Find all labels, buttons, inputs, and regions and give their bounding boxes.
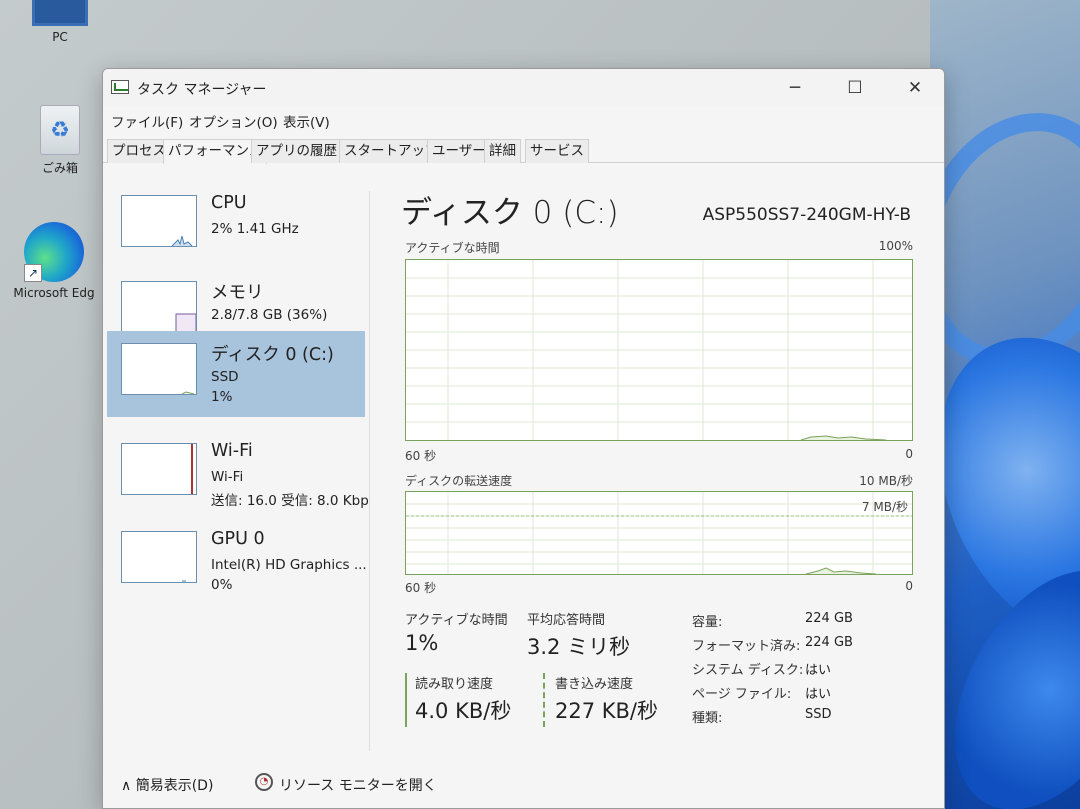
transfer-rate-graph: 7 MB/秒: [405, 491, 913, 575]
cpu-thumbnail: [121, 195, 197, 247]
prop-value: 224 GB: [805, 635, 853, 650]
active-time-label: アクティブな時間: [405, 613, 508, 628]
maximize-button[interactable]: ☐: [825, 69, 885, 107]
resource-wifi[interactable]: Wi-Fi Wi-Fi 送信: 16.0 受信: 8.0 Kbp: [107, 431, 369, 517]
resource-detail: Wi-Fi: [211, 469, 244, 485]
panel-divider[interactable]: [369, 191, 370, 751]
tab-processes[interactable]: プロセス: [107, 139, 171, 163]
read-speed-value: 4.0 KB/秒: [415, 699, 512, 723]
resource-detail: 送信: 16.0 受信: 8.0 Kbp: [211, 493, 369, 509]
resource-name: CPU: [211, 193, 247, 213]
resource-gpu[interactable]: GPU 0 Intel(R) HD Graphics ... 0%: [107, 519, 367, 605]
response-time-label: 平均応答時間: [527, 613, 606, 628]
desktop-icon-pc[interactable]: PC: [30, 0, 90, 44]
minimize-button[interactable]: ─: [765, 69, 825, 107]
task-manager-icon: [111, 80, 129, 94]
fewer-details-button[interactable]: ∧ 簡易表示(D): [121, 775, 213, 795]
prop-value: SSD: [805, 707, 832, 722]
chevron-up-icon: ∧: [121, 778, 136, 794]
read-speed-label: 読み取り速度: [415, 677, 494, 692]
response-time-value: 3.2 ミリ秒: [527, 635, 631, 659]
desktop-icon-recycle-bin[interactable]: ♻ ごみ箱: [30, 105, 90, 176]
active-chart-left: 60 秒: [405, 449, 437, 463]
active-chart-max: 100%: [878, 239, 913, 253]
close-button[interactable]: ✕: [885, 69, 944, 107]
menu-view[interactable]: 表示(V): [283, 111, 330, 131]
wallpaper-bloom: [930, 0, 1080, 809]
resource-disk[interactable]: ディスク 0 (C:) SSD 1%: [107, 331, 365, 417]
disk-title: ディスク 0 (C:): [401, 195, 619, 231]
resource-detail: 0%: [211, 577, 233, 593]
prop-value: はい: [805, 687, 832, 702]
resource-detail: 2% 1.41 GHz: [211, 221, 299, 237]
transfer-chart-right: 0: [905, 579, 913, 593]
tab-services[interactable]: サービス: [525, 139, 589, 163]
tab-users[interactable]: ユーザー: [427, 139, 491, 163]
prop-value: 224 GB: [805, 611, 853, 626]
transfer-chart-secondary: 7 MB/秒: [861, 500, 908, 514]
write-indicator: [543, 673, 545, 727]
resource-cpu[interactable]: CPU 2% 1.41 GHz: [107, 183, 365, 269]
resource-name: ディスク 0 (C:): [211, 345, 334, 365]
shortcut-arrow-icon: ↗: [24, 264, 42, 282]
window-title: タスク マネージャー: [137, 82, 267, 98]
menu-bar: ファイル(F) オプション(O) 表示(V): [103, 107, 944, 133]
desktop-icon-label: PC: [52, 30, 68, 44]
prop-key: システム ディスク:: [692, 663, 804, 678]
disk-detail-panel: ディスク 0 (C:) ASP550SS7-240GM-HY-B アクティブな時…: [399, 179, 919, 769]
desktop-icon-label: ごみ箱: [41, 161, 78, 175]
active-time-grid: [406, 260, 912, 440]
active-chart-label: アクティブな時間: [405, 241, 500, 255]
gpu-thumbnail: [121, 531, 197, 583]
resource-monitor-icon: ◔: [255, 773, 273, 791]
footer: ∧ 簡易表示(D) ◔ リソース モニターを開く: [103, 769, 944, 808]
title-bar[interactable]: タスク マネージャー ─ ☐ ✕: [103, 69, 944, 107]
disk-thumbnail: [121, 343, 197, 395]
read-indicator: [405, 673, 407, 727]
active-time-graph: [405, 259, 913, 441]
transfer-chart-max: 10 MB/秒: [859, 474, 913, 488]
fewer-details-label: 簡易表示(D): [135, 778, 214, 794]
prop-value: はい: [805, 663, 832, 678]
active-time-value: 1%: [405, 631, 439, 655]
desktop-icon-edge[interactable]: ↗ Microsoft Edg: [4, 222, 104, 300]
transfer-rate-grid: [406, 492, 912, 574]
transfer-chart-label: ディスクの転送速度: [405, 474, 513, 488]
tab-app-history[interactable]: アプリの履歴: [251, 139, 342, 163]
menu-options[interactable]: オプション(O): [189, 111, 278, 131]
recycle-bin-icon: ♻: [40, 105, 80, 155]
write-speed-value: 227 KB/秒: [555, 699, 659, 723]
resource-detail: 2.8/7.8 GB (36%): [211, 307, 328, 323]
resource-detail: 1%: [211, 389, 233, 405]
menu-file[interactable]: ファイル(F): [111, 111, 183, 131]
disk-model: ASP550SS7-240GM-HY-B: [702, 205, 911, 225]
edge-icon: ↗: [24, 222, 84, 282]
open-resource-monitor-link[interactable]: リソース モニターを開く: [279, 775, 437, 795]
resource-detail: SSD: [211, 369, 239, 385]
computer-icon: [32, 0, 88, 26]
active-chart-right: 0: [905, 447, 913, 461]
resource-name: Wi-Fi: [211, 441, 253, 461]
prop-key: フォーマット済み:: [692, 639, 801, 654]
resource-list: CPU 2% 1.41 GHz メモリ 2.8/7.8 GB (36%) ディス…: [107, 179, 369, 739]
prop-key: ページ ファイル:: [692, 687, 792, 702]
wifi-thumbnail: [121, 443, 197, 495]
task-manager-window: タスク マネージャー ─ ☐ ✕ ファイル(F) オプション(O) 表示(V) …: [102, 68, 945, 809]
tab-bar: プロセス パフォーマンス アプリの履歴 スタートアップ ユーザー 詳細 サービス: [103, 137, 944, 164]
resource-name: メモリ: [211, 283, 264, 303]
transfer-chart-left: 60 秒: [405, 581, 437, 595]
desktop-icon-label: Microsoft Edg: [13, 286, 95, 300]
write-speed-label: 書き込み速度: [555, 677, 634, 692]
memory-thumbnail: [121, 281, 197, 333]
prop-key: 容量:: [692, 615, 723, 630]
resource-name: GPU 0: [211, 529, 265, 549]
tab-details[interactable]: 詳細: [484, 139, 521, 163]
resource-detail: Intel(R) HD Graphics ...: [211, 557, 367, 573]
prop-key: 種類:: [692, 711, 723, 726]
